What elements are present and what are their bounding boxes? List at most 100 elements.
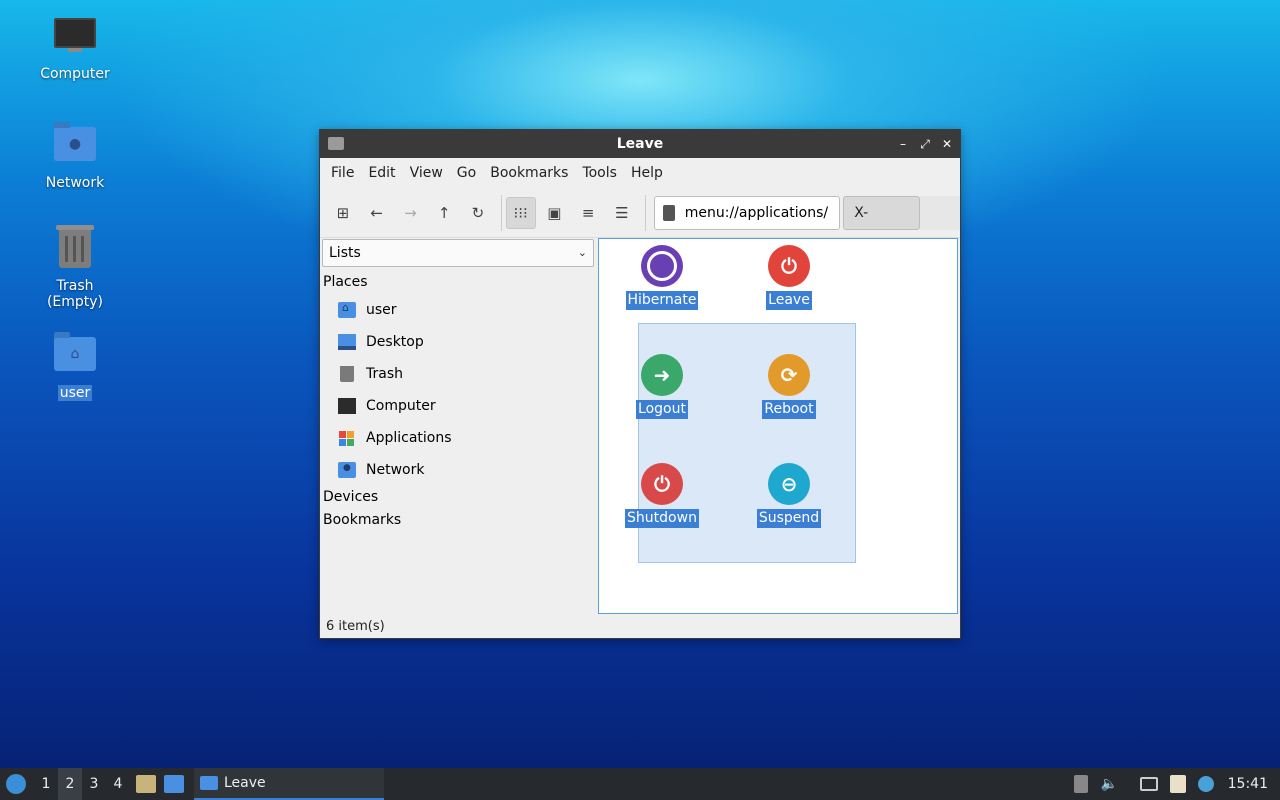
file-item-label: Suspend: [756, 509, 822, 528]
desktop-icon-trash[interactable]: Trash (Empty): [25, 225, 125, 310]
home-folder-icon: [338, 301, 356, 318]
up-icon[interactable]: ↑: [429, 197, 459, 229]
side-pane: Lists ⌄ Places user Desktop Trash Comput…: [320, 238, 596, 616]
computer-icon: [53, 18, 97, 62]
file-item-reboot[interactable]: ⟳ Reboot: [739, 354, 839, 419]
menu-go[interactable]: Go: [450, 165, 483, 181]
section-places[interactable]: Places: [320, 271, 596, 294]
place-computer[interactable]: Computer: [320, 390, 596, 422]
detailed-list-view-icon[interactable]: ☰: [607, 197, 637, 229]
place-label: Network: [366, 462, 425, 478]
minimize-icon[interactable]: –: [894, 135, 912, 153]
logout-icon: ➜: [641, 354, 683, 396]
toolbar-separator: [500, 194, 502, 231]
clipboard-icon[interactable]: [1169, 775, 1186, 793]
place-label: Applications: [366, 430, 452, 446]
chevron-down-icon: ⌄: [577, 246, 587, 259]
task-button-leave[interactable]: Leave: [194, 768, 384, 800]
menu-file[interactable]: File: [324, 165, 361, 181]
trash-icon: [340, 366, 354, 382]
new-tab-icon[interactable]: ⊞: [328, 197, 358, 229]
file-item-suspend[interactable]: ⊖ Suspend: [739, 463, 839, 528]
applications-icon: [338, 430, 356, 446]
desktop-icon-network[interactable]: ● Network: [25, 121, 125, 191]
section-bookmarks[interactable]: Bookmarks: [320, 509, 596, 532]
device-icon: [662, 204, 675, 221]
menu-view[interactable]: View: [403, 165, 450, 181]
home-folder-icon: ⌂: [53, 332, 97, 381]
menu-tools[interactable]: Tools: [575, 165, 624, 181]
file-view[interactable]: Hibernate ⏻ Leave ➜ Logout ⟳ Reboot ⏻ Sh…: [598, 238, 958, 614]
workspace-4[interactable]: 4: [106, 768, 130, 800]
place-desktop[interactable]: Desktop: [320, 326, 596, 358]
window-title: Leave: [616, 136, 664, 152]
file-manager-window: Leave – ⤢ ✕ File Edit View Go Bookmarks …: [319, 129, 961, 639]
address-bar[interactable]: menu://applications/: [653, 195, 841, 230]
network-icon[interactable]: [1139, 777, 1158, 791]
status-bar: 6 item(s): [326, 619, 385, 634]
thumbnail-view-icon[interactable]: ▣: [540, 197, 570, 229]
desktop-icon-label: Network: [45, 175, 105, 191]
file-item-label: Leave: [766, 291, 812, 310]
trash-icon: [53, 225, 97, 274]
task-label: Leave: [224, 775, 266, 791]
volume-icon[interactable]: 🔈: [1100, 775, 1120, 793]
desktop-icon-user[interactable]: ⌂ user: [25, 331, 125, 401]
back-icon[interactable]: ←: [362, 197, 392, 229]
side-pane-mode-select[interactable]: Lists ⌄: [322, 239, 594, 267]
place-label: Desktop: [366, 334, 424, 350]
eject-icon[interactable]: [1073, 775, 1088, 793]
hibernate-icon: [641, 245, 683, 287]
place-label: Computer: [366, 398, 436, 414]
menu-bookmarks[interactable]: Bookmarks: [483, 165, 575, 181]
show-desktop-icon[interactable]: [164, 775, 184, 793]
folder-icon: [200, 776, 218, 790]
menu-help[interactable]: Help: [624, 165, 670, 181]
file-item-label: Hibernate: [625, 291, 699, 310]
place-trash[interactable]: Trash: [320, 358, 596, 390]
close-icon[interactable]: ✕: [938, 135, 956, 153]
notification-icon[interactable]: [1197, 776, 1214, 792]
path-button-x-leave[interactable]: X-Leave: [843, 195, 921, 253]
reboot-icon: ⟳: [768, 354, 810, 396]
desktop-icon-label: Trash (Empty): [46, 278, 104, 310]
suspend-icon: ⊖: [768, 463, 810, 505]
place-network[interactable]: Network: [320, 454, 596, 486]
workspace-1[interactable]: 1: [34, 768, 58, 800]
power-icon: ⏻: [768, 245, 810, 287]
side-pane-mode-value: Lists: [329, 245, 361, 261]
section-devices[interactable]: Devices: [320, 486, 596, 509]
compact-view-icon[interactable]: ≡: [573, 197, 603, 229]
file-item-label: Reboot: [762, 400, 816, 419]
workspace-2[interactable]: 2: [58, 768, 82, 800]
place-applications[interactable]: Applications: [320, 422, 596, 454]
file-item-label: Logout: [636, 400, 688, 419]
icon-view-icon[interactable]: ⁝⁝⁝: [505, 196, 536, 229]
lxqt-logo-icon: [6, 774, 26, 794]
file-item-logout[interactable]: ➜ Logout: [612, 354, 712, 419]
reload-icon[interactable]: ↻: [463, 197, 493, 229]
network-folder-icon: ●: [53, 122, 97, 171]
file-item-hibernate[interactable]: Hibernate: [612, 245, 712, 310]
place-label: Trash: [366, 366, 403, 382]
file-item-shutdown[interactable]: ⏻ Shutdown: [612, 463, 712, 528]
path-bar-empty: [920, 195, 961, 230]
file-item-leave[interactable]: ⏻ Leave: [739, 245, 839, 310]
toolbar-separator: [644, 194, 646, 231]
menu-edit[interactable]: Edit: [361, 165, 402, 181]
window-titlebar[interactable]: Leave – ⤢ ✕: [320, 130, 960, 158]
file-cabinet-icon[interactable]: [136, 775, 156, 793]
address-text: menu://applications/: [684, 204, 829, 221]
desktop-icon-label: Computer: [40, 66, 110, 82]
maximize-icon[interactable]: ⤢: [916, 135, 934, 153]
clock[interactable]: 15:41: [1228, 776, 1268, 792]
forward-icon[interactable]: →: [396, 197, 426, 229]
desktop-icon-computer[interactable]: Computer: [25, 16, 125, 82]
desktop-folder-icon: [338, 334, 356, 350]
workspace-3[interactable]: 3: [82, 768, 106, 800]
place-user[interactable]: user: [320, 294, 596, 326]
network-folder-icon: [338, 462, 356, 478]
start-menu-button[interactable]: [2, 770, 30, 798]
file-item-label: Shutdown: [625, 509, 699, 528]
computer-icon: [338, 398, 356, 414]
